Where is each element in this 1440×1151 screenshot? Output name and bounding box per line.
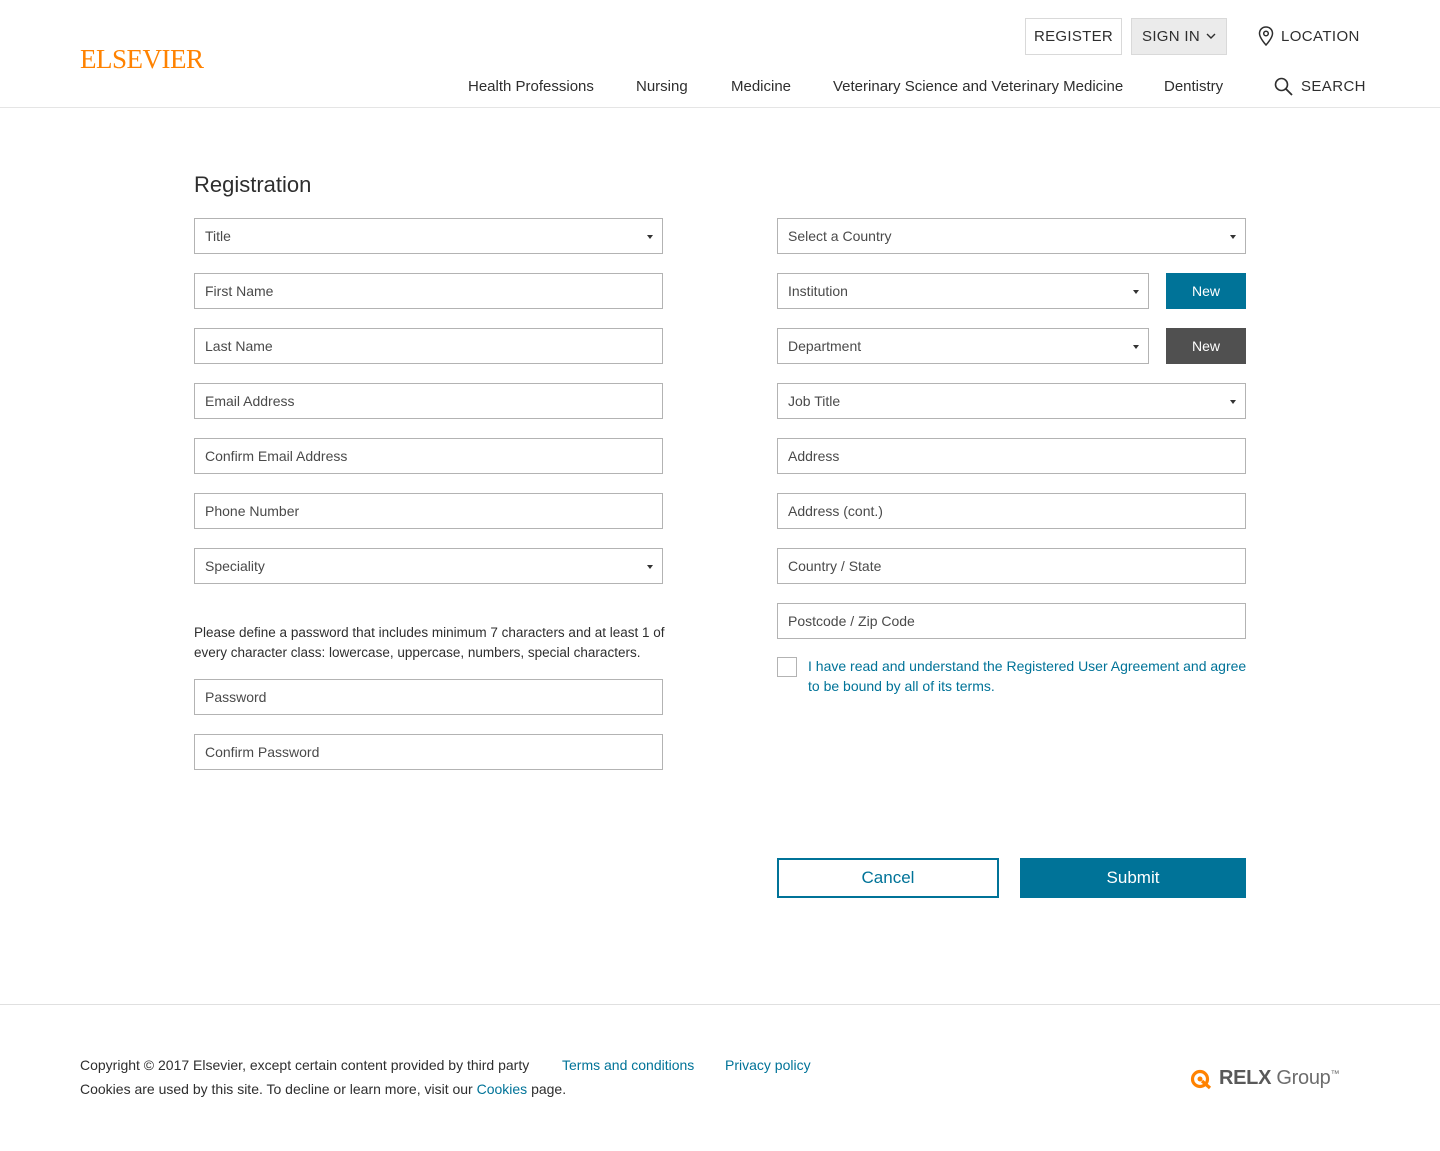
caret-down-icon: [647, 565, 653, 569]
address-cont-field[interactable]: Address (cont.): [777, 493, 1246, 529]
relx-bold-text: RELX: [1219, 1067, 1272, 1089]
new-institution-button[interactable]: New: [1166, 273, 1246, 309]
country-select[interactable]: Select a Country: [777, 218, 1246, 254]
speciality-select[interactable]: Speciality: [194, 548, 663, 584]
job-title-select[interactable]: Job Title: [777, 383, 1246, 419]
password-field[interactable]: Password: [194, 679, 663, 715]
nav-item-health-professions[interactable]: Health Professions: [468, 78, 594, 95]
search-button[interactable]: SEARCH: [1274, 77, 1366, 96]
title-select-value: Title: [205, 228, 231, 244]
password-placeholder: Password: [205, 689, 267, 705]
location-link[interactable]: LOCATION: [1258, 26, 1360, 46]
confirm-email-field[interactable]: Confirm Email Address: [194, 438, 663, 474]
sign-in-button[interactable]: SIGN IN: [1131, 18, 1227, 55]
nav-item-dentistry[interactable]: Dentistry: [1164, 78, 1223, 95]
submit-button[interactable]: Submit: [1020, 858, 1246, 898]
title-select[interactable]: Title: [194, 218, 663, 254]
postcode-field[interactable]: Postcode / Zip Code: [777, 603, 1246, 639]
email-field[interactable]: Email Address: [194, 383, 663, 419]
institution-select[interactable]: Institution: [777, 273, 1149, 309]
relx-group-logo[interactable]: RELX Group™: [1190, 1067, 1339, 1090]
sign-in-label: SIGN IN: [1142, 28, 1200, 45]
department-select[interactable]: Department: [777, 328, 1149, 364]
last-name-placeholder: Last Name: [205, 338, 273, 354]
phone-field[interactable]: Phone Number: [194, 493, 663, 529]
nav-item-nursing[interactable]: Nursing: [636, 78, 688, 95]
cookies-prefix: Cookies are used by this site. To declin…: [80, 1081, 477, 1097]
job-title-select-value: Job Title: [788, 393, 841, 409]
caret-down-icon: [1230, 235, 1236, 239]
privacy-link[interactable]: Privacy policy: [725, 1057, 811, 1073]
cookies-suffix: page.: [527, 1081, 567, 1097]
cookies-link[interactable]: Cookies: [477, 1081, 528, 1097]
password-help-text: Please define a password that includes m…: [194, 625, 665, 660]
speciality-select-value: Speciality: [205, 558, 265, 574]
search-icon: [1274, 77, 1293, 96]
address-field[interactable]: Address: [777, 438, 1246, 474]
relx-wordmark: RELX Group™: [1219, 1067, 1339, 1090]
relx-group-text: Group: [1271, 1067, 1331, 1089]
first-name-placeholder: First Name: [205, 283, 274, 299]
confirm-email-placeholder: Confirm Email Address: [205, 448, 348, 464]
country-state-placeholder: Country / State: [788, 558, 882, 574]
address-cont-placeholder: Address (cont.): [788, 503, 883, 519]
location-label: LOCATION: [1281, 27, 1360, 45]
cancel-button[interactable]: Cancel: [777, 858, 999, 898]
first-name-field[interactable]: First Name: [194, 273, 663, 309]
department-select-value: Department: [788, 338, 862, 354]
email-placeholder: Email Address: [205, 393, 295, 409]
cookies-notice: Cookies are used by this site. To declin…: [80, 1081, 566, 1097]
search-label: SEARCH: [1301, 78, 1366, 95]
page-title: Registration: [194, 172, 312, 197]
country-state-field[interactable]: Country / State: [777, 548, 1246, 584]
agreement-checkbox[interactable]: [777, 657, 797, 677]
map-pin-icon: [1258, 26, 1274, 46]
confirm-password-field[interactable]: Confirm Password: [194, 734, 663, 770]
phone-placeholder: Phone Number: [205, 503, 300, 519]
agreement-label[interactable]: I have read and understand the Registere…: [808, 656, 1248, 696]
postcode-placeholder: Postcode / Zip Code: [788, 613, 915, 629]
chevron-down-icon: [1206, 33, 1216, 39]
terms-link[interactable]: Terms and conditions: [562, 1057, 694, 1073]
caret-down-icon: [1133, 290, 1139, 294]
nav-item-veterinary[interactable]: Veterinary Science and Veterinary Medici…: [833, 78, 1123, 95]
elsevier-logo[interactable]: ELSEVIER: [80, 44, 204, 75]
main-nav: Health Professions Nursing Medicine Vete…: [0, 78, 1440, 98]
country-select-value: Select a Country: [788, 228, 892, 244]
site-footer: Copyright © 2017 Elsevier, except certai…: [0, 1004, 1440, 1151]
relx-trademark: ™: [1330, 1068, 1340, 1079]
confirm-password-placeholder: Confirm Password: [205, 744, 320, 760]
address-placeholder: Address: [788, 448, 840, 464]
copyright-text: Copyright © 2017 Elsevier, except certai…: [80, 1057, 530, 1073]
caret-down-icon: [1133, 345, 1139, 349]
site-header: ELSEVIER REGISTER SIGN IN LOCATION Healt…: [0, 0, 1440, 108]
caret-down-icon: [1230, 400, 1236, 404]
last-name-field[interactable]: Last Name: [194, 328, 663, 364]
nav-item-medicine[interactable]: Medicine: [731, 78, 791, 95]
new-department-button[interactable]: New: [1166, 328, 1246, 364]
relx-mark-icon: [1190, 1069, 1212, 1089]
register-button[interactable]: REGISTER: [1025, 18, 1122, 55]
institution-select-value: Institution: [788, 283, 848, 299]
caret-down-icon: [647, 235, 653, 239]
